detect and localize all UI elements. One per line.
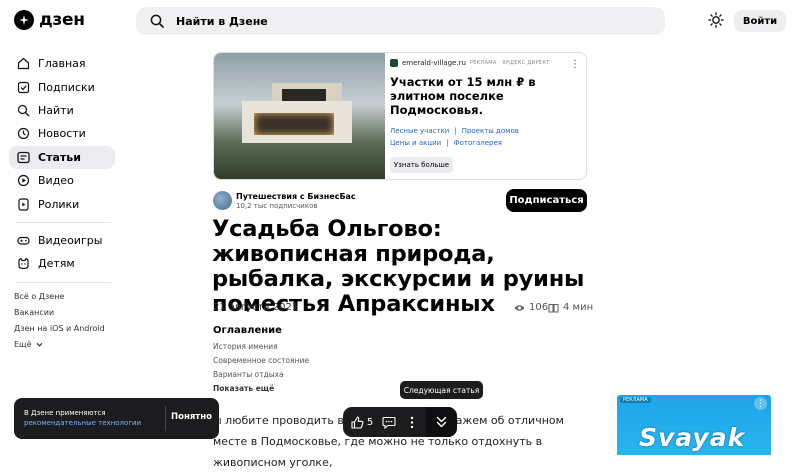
sidebar-item-label: Найти [38, 103, 74, 117]
side-ad-brand: Svayak [639, 423, 746, 452]
ad-badge: РЕКЛАМА · ЯНДЕКС ДИРЕКТ [469, 60, 550, 66]
toc-item[interactable]: Варианты отдыха [213, 368, 309, 382]
sidebar-item-home[interactable]: Главная [9, 52, 115, 75]
comment-icon [382, 416, 396, 429]
sidebar: Главная Подписки Найти Новости Статьи Ви… [9, 52, 115, 353]
search-icon [150, 14, 164, 28]
next-article-button[interactable] [426, 407, 457, 437]
cookie-divider [165, 406, 166, 431]
ad-content: emerald-village.ru РЕКЛАМА · ЯНДЕКС ДИРЕ… [390, 59, 580, 149]
footer-link-jobs[interactable]: Вакансии [9, 305, 115, 321]
cookie-accept-button[interactable]: Понятно [171, 412, 212, 422]
sidebar-item-news[interactable]: Новости [9, 122, 115, 145]
sidebar-item-search[interactable]: Найти [9, 99, 115, 122]
chevron-down-icon [36, 342, 42, 347]
ad-image-house[interactable] [214, 53, 385, 179]
sidebar-item-articles[interactable]: Статьи [9, 145, 115, 169]
book-icon [548, 303, 559, 313]
thumbs-up-icon [351, 415, 364, 429]
side-ad-badge: РЕКЛАМА [620, 397, 651, 403]
shorts-icon [18, 197, 29, 211]
sidebar-item-label: Статьи [38, 150, 81, 164]
sidebar-divider [15, 221, 111, 223]
likes-count: 5 [366, 416, 374, 428]
comments-button[interactable] [380, 407, 398, 437]
theme-toggle-icon[interactable] [708, 12, 724, 28]
dzen-logo-icon [14, 10, 34, 30]
eye-icon [514, 304, 525, 311]
next-article-tooltip: Следующая статья [400, 381, 483, 399]
sidebar-divider [15, 281, 111, 283]
cookie-text: В Дзене применяются [24, 409, 106, 417]
video-icon [17, 175, 30, 187]
read-time: 4 мин [548, 302, 593, 313]
ad-link[interactable]: Лесные участки [390, 127, 449, 135]
double-chevron-down-icon [436, 416, 447, 428]
logo-text: дзен [39, 10, 85, 30]
article-text-line: месте в Подмосковье, где можно не только… [213, 435, 543, 469]
sidebar-item-shorts[interactable]: Ролики [9, 192, 115, 215]
floating-action-bar: 5 [343, 407, 457, 437]
like-button[interactable]: 5 [349, 407, 375, 437]
read-time-value: 4 мин [563, 302, 594, 313]
sidebar-item-label: Подписки [38, 80, 95, 94]
more-vertical-icon [410, 416, 414, 428]
toc-item[interactable]: История имения [213, 340, 309, 354]
channel-avatar[interactable] [213, 191, 232, 210]
dzen-logo[interactable]: дзен [14, 10, 85, 30]
login-button[interactable]: Войти [734, 10, 786, 32]
sidebar-item-label: Главная [38, 57, 86, 71]
sidebar-item-videogames[interactable]: Видеоигры [9, 229, 115, 252]
home-icon [17, 58, 30, 70]
sidebar-item-subscriptions[interactable]: Подписки [9, 75, 115, 98]
ad-link[interactable]: Фотогалерея [454, 139, 502, 147]
ad-banner[interactable]: emerald-village.ru РЕКЛАМА · ЯНДЕКС ДИРЕ… [213, 52, 587, 180]
side-ad-banner[interactable]: РЕКЛАМА ⋮ Svayak [617, 395, 771, 455]
ad-link[interactable]: Проекты домов [462, 127, 519, 135]
footer-link-about[interactable]: Всё о Дзене [9, 289, 115, 305]
views-value: 106 [529, 302, 549, 313]
views-count: 106 [514, 302, 548, 313]
more-options-button[interactable] [405, 407, 419, 437]
sidebar-item-kids[interactable]: Детям [9, 252, 115, 275]
favicon-icon [390, 59, 398, 67]
table-of-contents: История имения Современное состояние Вар… [213, 340, 309, 396]
sidebar-item-label: Видеоигры [38, 233, 103, 247]
ad-links: Лесные участки | Проекты домов Цены и акци… [390, 127, 519, 147]
toc-show-more[interactable]: Показать ещё [213, 382, 309, 396]
sidebar-item-label: Новости [38, 127, 86, 141]
articles-icon [17, 151, 30, 163]
ad-link[interactable]: Цены и акции [390, 139, 441, 147]
article-date: 21 августа 2021 [213, 302, 299, 313]
sidebar-item-video[interactable]: Видео [9, 169, 115, 192]
ad-title[interactable]: Участки от 15 млн ₽ в элитном поселке По… [390, 75, 580, 117]
toc-item[interactable]: Современное состояние [213, 354, 309, 368]
search-icon [17, 104, 30, 117]
subscriptions-icon [17, 81, 30, 93]
footer-link-more[interactable]: Ещё [9, 337, 115, 353]
subscribe-button[interactable]: Подписаться [506, 189, 587, 212]
search-input[interactable] [176, 14, 576, 28]
side-ad-options-icon[interactable]: ⋮ [754, 397, 767, 410]
sidebar-item-label: Ролики [38, 197, 80, 211]
kids-icon [18, 258, 29, 270]
gamepad-icon [17, 236, 30, 245]
cookie-notice: В Дзене применяются рекомендательные тех… [14, 398, 219, 439]
footer-link-apps[interactable]: Дзен на iOS и Android [9, 321, 115, 337]
more-label: Ещё [14, 340, 32, 350]
channel-name[interactable]: Путешествия с БизнесБас [236, 192, 356, 201]
sidebar-item-label: Детям [38, 257, 75, 271]
search-bar[interactable] [136, 7, 665, 35]
ad-learn-more-button[interactable]: Узнать больше [390, 157, 453, 173]
ad-domain[interactable]: emerald-village.ru [402, 59, 466, 67]
news-icon [17, 128, 30, 140]
cookie-link[interactable]: рекомендательные технологии [24, 419, 141, 427]
ad-source: emerald-village.ru РЕКЛАМА · ЯНДЕКС ДИРЕ… [390, 59, 580, 67]
more-options-icon[interactable]: ⋮ [570, 59, 580, 70]
channel-subscribers: 10,2 тыс подписчиков [236, 202, 318, 210]
toc-heading: Оглавление [213, 325, 282, 336]
sidebar-item-label: Видео [38, 174, 74, 188]
